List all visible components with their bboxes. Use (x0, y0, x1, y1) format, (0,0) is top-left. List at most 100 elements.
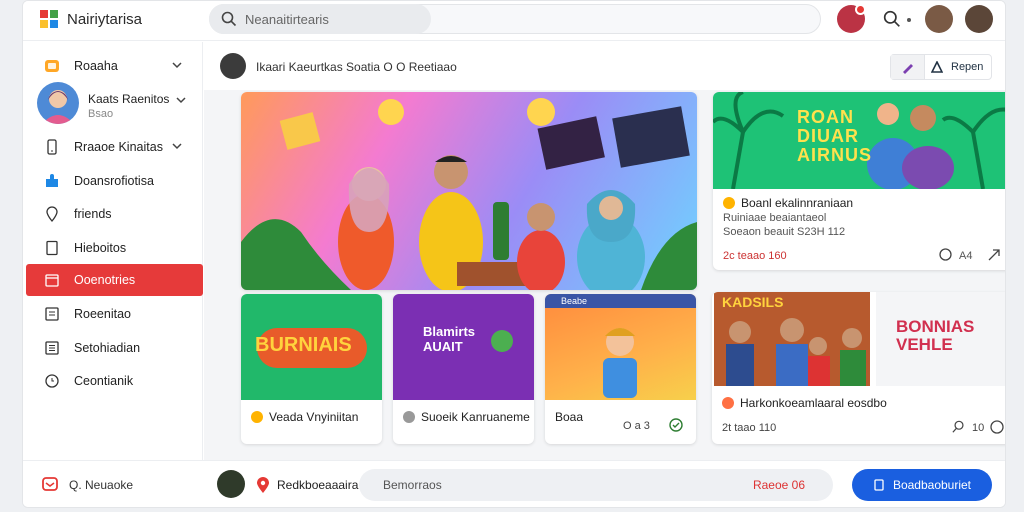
more-dot-icon[interactable] (907, 18, 911, 22)
emoji-icon (723, 197, 735, 209)
sidebar-item-doansrofiotisa[interactable]: Doansrofiotisa (26, 165, 203, 197)
location-pin-icon (257, 477, 269, 493)
sidebar-item-label: Doansrofiotisa (74, 174, 154, 188)
sidebar-item-ceontianik[interactable]: Ceontianik (26, 365, 203, 397)
user-avatar-2[interactable] (965, 5, 993, 33)
tile-image-text: BONNIAS VEHLE (896, 317, 975, 354)
hero-illustration (241, 98, 697, 290)
sidebar-item-hieboitos[interactable]: Hieboitos (26, 232, 203, 264)
content-tile-2[interactable]: Blamirts AUAIT Suoeik Kanruaneme (393, 294, 534, 444)
tile-image: BURNIAIS (241, 294, 382, 400)
search-icon[interactable] (952, 420, 966, 434)
calendar-icon (44, 272, 60, 288)
featured-card-title: Boanl ekalinnraniaan (723, 196, 853, 210)
tile-image-text: Blamirts AUAIT (423, 324, 476, 354)
sidebar-item-label: Ceontianik (74, 374, 134, 388)
featured-banner-text: ROAN DIUAR AIRNUS (797, 108, 872, 165)
phone-icon (44, 139, 60, 155)
edit-button[interactable] (891, 55, 925, 79)
tile-caption-text: Harkonkoeamlaaral eosdbo (740, 396, 887, 410)
featured-card-banner: ROAN DIUAR AIRNUS (713, 92, 1005, 189)
sidebar-item-label: Roaaha (74, 59, 118, 73)
view-button[interactable]: Repen (925, 55, 991, 79)
document-icon (874, 479, 884, 491)
bottom-bar-user-name: Redkboeaaaira (277, 478, 359, 492)
featured-card-count: A4 (959, 250, 973, 262)
search-input[interactable]: Neanaitirtearis (209, 4, 431, 34)
tile-caption: Boaa (555, 410, 584, 424)
check-icon[interactable] (669, 418, 683, 432)
profile-name: Kaats Raenitos (88, 92, 170, 106)
inbox-icon[interactable] (41, 475, 59, 493)
banner-line: DIUAR (797, 126, 859, 146)
message-input-status: Raeoe 06 (752, 478, 805, 492)
notification-badge (855, 4, 866, 15)
list-icon (44, 306, 60, 322)
puzzle-icon (44, 173, 60, 189)
user-avatar-1[interactable] (925, 5, 953, 33)
triangle-icon (931, 61, 943, 73)
clock-icon (44, 373, 60, 389)
chevron-down-icon (176, 97, 186, 104)
banner-line: ROAN (797, 107, 854, 127)
people-illustration (726, 318, 866, 386)
featured-card[interactable]: ROAN DIUAR AIRNUS Boanl ekalinnraniaan R… (713, 92, 1005, 270)
tile-image-text: BURNIAIS (255, 334, 352, 356)
tile-meta-count: 10 (972, 422, 985, 434)
message-input-placeholder: Bemorraos (383, 478, 442, 492)
chevron-down-icon (172, 62, 182, 69)
tile-image: Blamirts AUAIT (393, 294, 534, 400)
sidebar-item-label: Rraaoe Kinaitas (74, 140, 163, 154)
clock-icon[interactable] (939, 248, 952, 261)
tile-sticker (491, 330, 513, 352)
chevron-down-icon (172, 143, 182, 150)
tile-caption: Harkonkoeamlaaral eosdbo (722, 396, 887, 410)
app-logo-icon (40, 10, 58, 28)
featured-card-meta: 2c teaao 160 (723, 250, 787, 262)
featured-card-subtitle-1: Ruiniaae beaiantaeol (723, 212, 827, 224)
profile-block[interactable]: Kaats Raenitos Bsao (37, 82, 203, 126)
sidebar-item-friends[interactable]: friends (26, 198, 203, 230)
featured-card-subtitle-2: Soeaon beauit S23H 112 (723, 226, 846, 238)
sidebar-item-home[interactable]: Roaaha (26, 50, 203, 82)
sidebar-item-setohiadian[interactable]: Setohiadian (26, 332, 203, 364)
sidebar-item-label: Roeenitao (74, 307, 131, 321)
location-pin-icon (44, 206, 60, 222)
search-icon (221, 11, 237, 27)
search-icon[interactable] (883, 10, 901, 28)
hero-image-card[interactable] (241, 92, 697, 290)
tile-caption: Suoeik Kanruaneme (403, 410, 530, 424)
tile-caption-text: Suoeik Kanruaneme (421, 410, 530, 424)
heart-icon[interactable] (990, 420, 1004, 434)
share-icon[interactable] (987, 248, 1001, 262)
avatar[interactable] (220, 53, 246, 79)
sidebar-item-label: Setohiadian (74, 341, 141, 355)
tile-image: KADSILS (714, 292, 870, 386)
character-illustration (603, 328, 637, 398)
tile-meta: 2t taao 110 (722, 422, 777, 434)
bottom-bar: Q. Neuaoke Redkboeaaaira Bemorraos Raeoe… (23, 460, 1005, 507)
submit-button[interactable]: Boadbaoburiet (852, 469, 992, 501)
sidebar-item-kinaitas[interactable]: Rraaoe Kinaitas (26, 131, 203, 163)
featured-title-text: Boanl ekalinnraniaan (741, 196, 854, 210)
view-button-label: Repen (951, 61, 984, 73)
sidebar: Roaaha Kaats Raenitos Bsao Rraaoe Kinait… (23, 42, 203, 460)
content-tile-4[interactable]: KADSILS BONNIAS VEHLE Harkonkoeamlaaral … (712, 292, 1005, 444)
post-header: Ikaari Kaeurtkas Soatia O O Reetiaao Rep… (204, 42, 1005, 90)
content-tile-1[interactable]: BURNIAIS Veada Vnyiniitan (241, 294, 382, 444)
content-tile-3[interactable]: Beabe Boaa O a 3 (545, 294, 696, 444)
view-toggle: Repen (890, 54, 992, 80)
sidebar-item-ooenotries[interactable]: Ooenotries (26, 264, 203, 296)
tile-caption-text: Veada Vnyiniitan (269, 410, 359, 424)
app-window: Nairiytarisa Neanaitirtearis Roaaha Kaat… (22, 0, 1006, 508)
sidebar-item-roeenitao[interactable]: Roeenitao (26, 298, 203, 330)
message-input[interactable]: Bemorraos Raeoe 06 (359, 469, 833, 501)
tile-caption: Veada Vnyiniitan (251, 410, 358, 424)
banner-line: AIRNUS (797, 145, 873, 165)
emoji-icon (722, 397, 734, 409)
tile-meta: O a 3 (623, 420, 650, 432)
avatar[interactable] (217, 470, 245, 498)
top-bar: Nairiytarisa Neanaitirtearis (23, 1, 1005, 41)
emoji-icon (251, 411, 263, 423)
document-icon (44, 240, 60, 256)
